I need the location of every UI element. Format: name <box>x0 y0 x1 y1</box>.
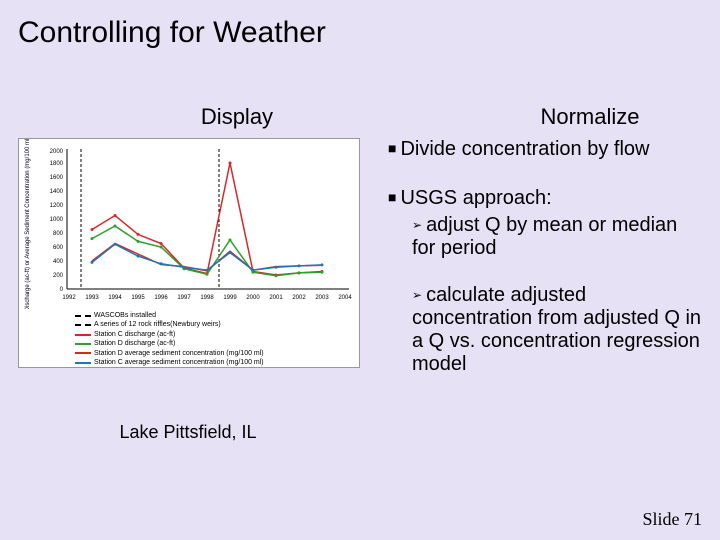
svg-text:1998: 1998 <box>200 295 214 301</box>
bullet-list: ■Divide concentration by flow ■USGS appr… <box>388 138 702 376</box>
svg-text:1996: 1996 <box>154 295 168 301</box>
svg-text:1800: 1800 <box>50 161 64 167</box>
svg-text:400: 400 <box>53 259 64 265</box>
svg-text:1993: 1993 <box>85 295 99 301</box>
bullet-usgs: ■USGS approach: <box>388 187 702 210</box>
svg-text:2000: 2000 <box>246 295 260 301</box>
svg-text:2003: 2003 <box>315 295 329 301</box>
svg-text:1997: 1997 <box>177 295 191 301</box>
bullet-adjustq: ➢adjust Q by mean or median for period <box>412 214 702 260</box>
slide-title: Controlling for Weather <box>18 16 326 50</box>
svg-text:1992: 1992 <box>62 295 76 301</box>
svg-text:800: 800 <box>53 231 64 237</box>
x-ticks: 1992 1993 1994 1995 1996 1997 1998 1999 2000 2… <box>62 295 352 301</box>
svg-text:1995: 1995 <box>131 295 145 301</box>
triangle-bullet-icon: ➢ <box>412 218 422 232</box>
svg-text:1994: 1994 <box>108 295 122 301</box>
slide: Controlling for Weather Display Discharg… <box>0 0 720 540</box>
bullet-calc: ➢calculate adjusted concentration from a… <box>412 284 702 376</box>
svg-text:2004: 2004 <box>338 295 352 301</box>
chart-svg: Discharge (ac-ft) or Average Sediment Co… <box>19 139 359 309</box>
left-column: Display Discharge (ac-ft) or Average Sed… <box>18 104 358 443</box>
series-markers <box>91 162 324 278</box>
slide-number: Slide 71 <box>642 509 702 530</box>
svg-text:1999: 1999 <box>223 295 237 301</box>
y-ticks: 0 200 400 600 800 1000 1200 1400 1600 1800 2000 <box>50 149 64 293</box>
legend-3: Station D discharge (ac-ft) <box>94 339 175 348</box>
svg-text:1200: 1200 <box>50 203 64 209</box>
chart-legend: WASCOBs installed A series of 12 rock ri… <box>75 311 264 368</box>
svg-text:600: 600 <box>53 245 64 251</box>
legend-5: Station C average sediment concentration… <box>94 358 264 367</box>
right-column: Normalize ■Divide concentration by flow … <box>388 104 702 384</box>
svg-text:2002: 2002 <box>292 295 306 301</box>
triangle-bullet-icon: ➢ <box>412 288 422 302</box>
svg-text:0: 0 <box>60 287 64 293</box>
series-lines <box>92 163 322 276</box>
square-bullet-icon: ■ <box>388 189 396 205</box>
legend-0: WASCOBs installed <box>94 311 156 320</box>
svg-text:200: 200 <box>53 273 64 279</box>
svg-text:2001: 2001 <box>269 295 283 301</box>
legend-1: A series of 12 rock riffles(Newbury weir… <box>94 320 221 329</box>
bullet-divide: ■Divide concentration by flow <box>388 138 702 161</box>
legend-4: Station D average sediment concentration… <box>94 349 264 358</box>
normalize-label: Normalize <box>478 104 702 130</box>
y-axis-label: Discharge (ac-ft) or Average Sediment Co… <box>25 139 31 309</box>
square-bullet-icon: ■ <box>388 140 396 156</box>
svg-text:1400: 1400 <box>50 189 64 195</box>
chart-caption: Lake Pittsfield, IL <box>18 422 358 443</box>
chart: Discharge (ac-ft) or Average Sediment Co… <box>18 138 360 368</box>
svg-text:1600: 1600 <box>50 175 64 181</box>
svg-text:2000: 2000 <box>50 149 64 155</box>
display-label: Display <box>116 104 358 130</box>
svg-text:1000: 1000 <box>50 217 64 223</box>
legend-2: Station C discharge (ac-ft) <box>94 330 175 339</box>
